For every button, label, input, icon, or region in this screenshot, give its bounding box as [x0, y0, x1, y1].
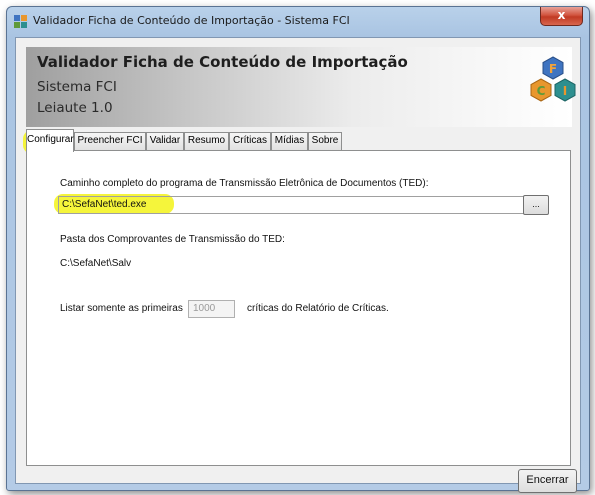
- limit-suffix-label: críticas do Relatório de Críticas.: [247, 303, 389, 314]
- logo-letter-i: I: [563, 84, 567, 98]
- browse-button[interactable]: ...: [523, 195, 549, 215]
- fci-logo: F C I: [530, 56, 576, 102]
- tab-sobre[interactable]: Sobre: [308, 132, 342, 150]
- ted-path-input[interactable]: C:\SefaNet\ted.exe: [58, 196, 526, 214]
- encerrar-button[interactable]: Encerrar: [518, 469, 577, 493]
- close-window-button[interactable]: x: [540, 7, 583, 26]
- tab-resumo[interactable]: Resumo: [184, 132, 229, 150]
- receipts-folder-value: C:\SefaNet\Salv: [60, 258, 132, 269]
- limit-input[interactable]: 1000: [188, 300, 235, 318]
- header-layout-version: Leiaute 1.0: [37, 100, 113, 116]
- app-window: Validador Ficha de Conteúdo de Importaçã…: [6, 6, 590, 493]
- window-title: Validador Ficha de Conteúdo de Importaçã…: [33, 14, 350, 27]
- tab-configurar[interactable]: Configurar: [26, 129, 74, 152]
- tab-midias[interactable]: Mídias: [271, 132, 308, 150]
- logo-letter-f: F: [549, 62, 557, 76]
- header-title: Validador Ficha de Conteúdo de Importaçã…: [37, 53, 408, 71]
- close-icon: x: [557, 8, 566, 22]
- title-bar[interactable]: Validador Ficha de Conteúdo de Importaçã…: [7, 7, 589, 37]
- receipts-folder-label: Pasta dos Comprovantes de Transmissão do…: [60, 234, 285, 245]
- header-banner: Validador Ficha de Conteúdo de Importaçã…: [26, 47, 576, 127]
- limit-prefix-label: Listar somente as primeiras: [60, 303, 183, 314]
- logo-letter-c: C: [537, 84, 546, 98]
- client-area: Validador Ficha de Conteúdo de Importaçã…: [15, 37, 581, 493]
- app-icon: [14, 15, 27, 28]
- tab-criticas[interactable]: Críticas: [229, 132, 271, 150]
- tab-validar[interactable]: Validar: [146, 132, 184, 150]
- tab-preencher-fci[interactable]: Preencher FCI: [74, 132, 146, 150]
- ted-path-label: Caminho completo do programa de Transmis…: [60, 178, 429, 189]
- header-subtitle: Sistema FCI: [37, 79, 117, 95]
- tab-strip: Configurar Preencher FCI Validar Resumo …: [23, 129, 586, 154]
